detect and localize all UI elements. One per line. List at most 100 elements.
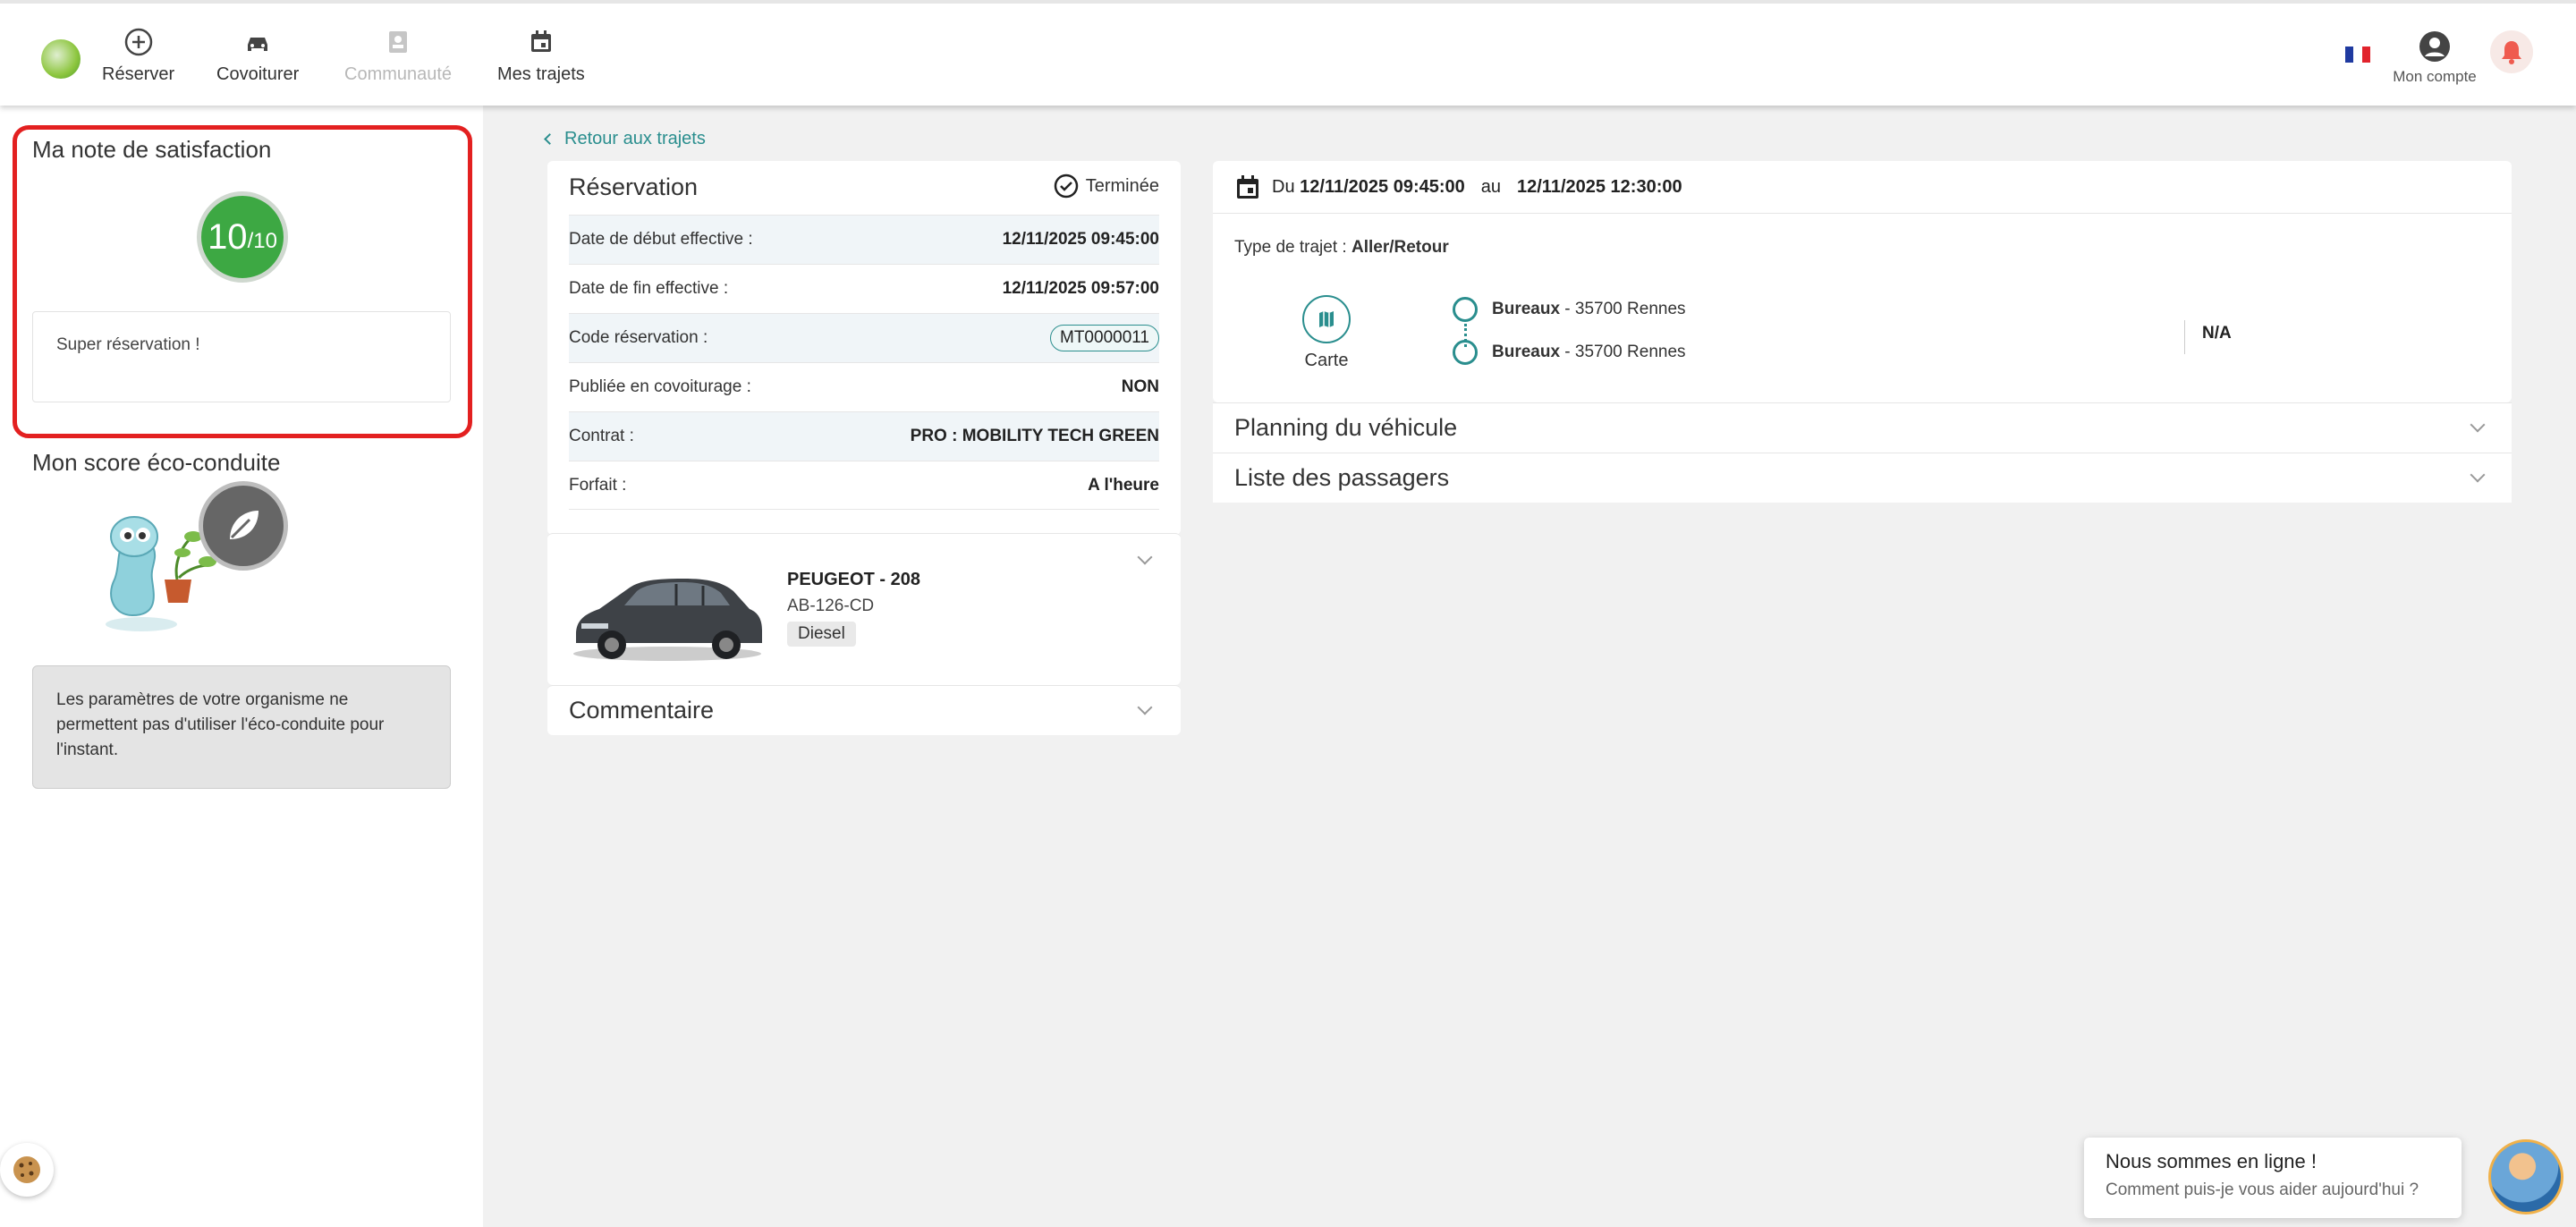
vehicle-plate: AB-126-CD [787, 597, 875, 615]
detail-row: Code réservation : MT0000011 [569, 313, 1159, 362]
chevron-left-icon [544, 133, 555, 145]
trip-type-label: Type de trajet : [1234, 238, 1347, 257]
stop-name: Bureaux [1492, 343, 1561, 361]
chevron-down-icon [1137, 699, 1153, 715]
detail-value: PRO : MOBILITY TECH GREEN [910, 427, 1159, 445]
cookie-settings-button[interactable] [0, 1143, 54, 1197]
top-header: Réserver Covoiturer Communauté Mes traje… [0, 0, 2576, 106]
satisfaction-score: 10 /10 [197, 191, 288, 283]
detail-label: Date de fin effective : [569, 279, 729, 298]
nav-label: Covoiturer [216, 64, 300, 84]
trip-card: Du 12/11/2025 09:45:00 au 12/11/2025 12:… [1213, 161, 2512, 402]
score-value: 10 [208, 216, 248, 257]
reservation-code-badge[interactable]: MT0000011 [1050, 325, 1159, 351]
trip-stop-end: Bureaux - 35700 Rennes [1453, 340, 1686, 365]
map-icon [1319, 311, 1334, 327]
calendar-icon [530, 30, 551, 52]
fuel-badge: Diesel [787, 622, 856, 647]
nav-reserver[interactable]: Réserver [102, 27, 174, 85]
bell-icon [2502, 41, 2521, 64]
account-menu[interactable]: Mon compte [2390, 30, 2479, 86]
reservation-card: Réservation Terminée Date de début effec… [547, 161, 1181, 535]
stop-address: - 35700 Rennes [1560, 343, 1686, 361]
detail-row: Publiée en covoiturage : NON [569, 362, 1159, 411]
nav-label: Réserver [102, 64, 175, 84]
passengers-accordion[interactable]: Liste des passagers [1213, 453, 2512, 503]
reservation-details: Date de début effective : 12/11/2025 09:… [569, 215, 1159, 510]
detail-row: Date de début effective : 12/11/2025 09:… [569, 215, 1159, 264]
trip-stop-start: Bureaux - 35700 Rennes [1453, 297, 1686, 322]
divider [1213, 213, 2512, 214]
detail-row: Forfait : A l'heure [569, 461, 1159, 510]
language-flag-fr[interactable] [2345, 47, 2370, 63]
plus-circle-icon [124, 28, 152, 56]
stop-address: - 35700 Rennes [1560, 300, 1686, 318]
detail-label: Contrat : [569, 427, 634, 445]
chevron-down-icon[interactable] [1137, 549, 1153, 565]
vehicle-card[interactable]: PEUGEOT - 208 AB-126-CD Diesel [547, 533, 1181, 685]
car-image [573, 579, 762, 661]
stop-marker-icon [1453, 297, 1478, 322]
trip-du: Du [1272, 176, 1295, 197]
map-label: Carte [1304, 351, 1349, 370]
chat-bubble[interactable]: Nous sommes en ligne ! Comment puis-je v… [2084, 1138, 2462, 1218]
back-label: Retour aux trajets [564, 129, 706, 148]
map-button[interactable] [1302, 295, 1351, 343]
eco-title: Mon score éco-conduite [32, 449, 281, 476]
comment-accordion[interactable]: Commentaire [547, 685, 1181, 735]
satisfaction-comment: Super réservation ! [32, 311, 451, 402]
chat-subtitle: Comment puis-je vous aider aujourd'hui ? [2106, 1180, 2419, 1199]
trip-end: 12/11/2025 12:30:00 [1517, 176, 1682, 197]
nav-communaute: Communauté [344, 27, 452, 85]
chevron-down-icon [2470, 467, 2486, 483]
trip-na-value: N/A [2202, 324, 2232, 343]
leaf-icon [230, 511, 258, 539]
detail-label: Code réservation : [569, 328, 708, 347]
detail-value: 12/11/2025 09:57:00 [1002, 279, 1159, 298]
nav-label: Mes trajets [497, 64, 585, 84]
eco-disabled-message: Les paramètres de votre organisme ne per… [32, 665, 451, 789]
nav-covoiturer[interactable]: Covoiturer [216, 27, 299, 85]
app-logo[interactable] [41, 39, 80, 79]
trip-type-value: Aller/Retour [1351, 238, 1449, 257]
chat-avatar-button[interactable] [2488, 1139, 2563, 1214]
left-sidebar: Ma note de satisfaction 10 /10 Super rés… [0, 106, 483, 1227]
score-max: /10 [247, 229, 277, 253]
detail-label: Publiée en covoiturage : [569, 377, 751, 396]
notifications-button[interactable] [2490, 30, 2533, 73]
detail-value: NON [1121, 377, 1159, 396]
cookie-icon [13, 1156, 40, 1183]
status-badge: Terminée [1054, 173, 1159, 199]
user-circle-icon [2419, 31, 2450, 62]
planning-accordion[interactable]: Planning du véhicule [1213, 402, 2512, 453]
detail-row: Date de fin effective : 12/11/2025 09:57… [569, 264, 1159, 313]
trip-type: Type de trajet : Aller/Retour [1234, 238, 1449, 258]
satisfaction-title: Ma note de satisfaction [32, 136, 272, 163]
passengers-title: Liste des passagers [1234, 464, 1450, 491]
comment-title: Commentaire [569, 697, 715, 724]
car-icon [248, 38, 268, 51]
planning-title: Planning du véhicule [1234, 414, 1458, 441]
detail-row: Contrat : PRO : MOBILITY TECH GREEN [569, 411, 1159, 461]
calendar-icon [1237, 175, 1258, 199]
nav-mes-trajets[interactable]: Mes trajets [497, 27, 585, 85]
detail-value: A l'heure [1088, 475, 1159, 495]
detail-label: Date de début effective : [569, 230, 753, 249]
trip-au: au [1480, 176, 1501, 197]
detail-label: Forfait : [569, 475, 627, 495]
stop-name: Bureaux [1492, 300, 1561, 318]
back-to-trips-link[interactable]: Retour aux trajets [544, 129, 706, 149]
detail-value: 12/11/2025 09:45:00 [1002, 230, 1159, 249]
mascot-illustration [106, 516, 216, 631]
trip-date-range: Du 12/11/2025 09:45:00 au 12/11/2025 12:… [1234, 173, 1682, 200]
stop-marker-icon [1453, 340, 1478, 365]
account-label: Mon compte [2393, 68, 2477, 85]
vehicle-name: PEUGEOT - 208 [787, 570, 920, 589]
eco-leaf-badge [199, 481, 288, 571]
trip-start: 12/11/2025 09:45:00 [1300, 176, 1465, 197]
reservation-title: Réservation [569, 173, 699, 200]
check-circle-icon [1054, 173, 1078, 199]
chat-title: Nous sommes en ligne ! [2106, 1150, 2317, 1172]
divider [2184, 320, 2185, 354]
nav-label: Communauté [344, 64, 453, 84]
